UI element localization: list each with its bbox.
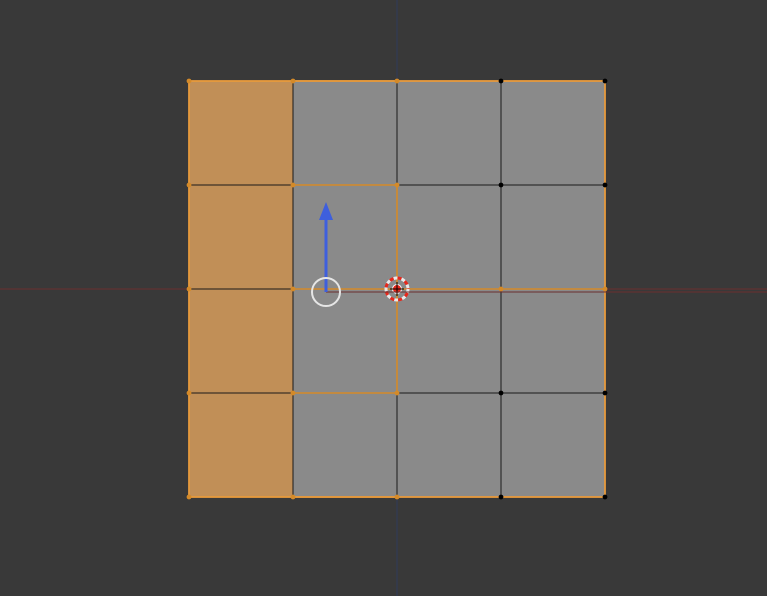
mesh-vertex[interactable] xyxy=(291,495,296,500)
mesh-face[interactable] xyxy=(397,289,501,393)
mesh-face[interactable] xyxy=(189,393,293,497)
mesh-vertex[interactable] xyxy=(499,183,504,188)
mesh-face[interactable] xyxy=(189,81,293,185)
mesh-vertex[interactable] xyxy=(603,495,608,500)
mesh-face[interactable] xyxy=(293,289,397,393)
mesh-vertex[interactable] xyxy=(395,183,400,188)
mesh-vertex[interactable] xyxy=(291,391,296,396)
mesh-face[interactable] xyxy=(397,81,501,185)
mesh-vertex[interactable] xyxy=(395,391,400,396)
mesh-face[interactable] xyxy=(501,185,605,289)
viewport-3d[interactable] xyxy=(0,0,767,596)
mesh-face[interactable] xyxy=(189,289,293,393)
mesh-vertex[interactable] xyxy=(187,79,192,84)
mesh-vertex[interactable] xyxy=(291,183,296,188)
mesh-vertex[interactable] xyxy=(395,79,400,84)
mesh-face[interactable] xyxy=(397,393,501,497)
mesh-vertex[interactable] xyxy=(187,391,192,396)
mesh-vertex[interactable] xyxy=(187,287,192,292)
mesh-vertex[interactable] xyxy=(499,391,504,396)
mesh-vertex[interactable] xyxy=(603,391,608,396)
mesh-face[interactable] xyxy=(501,393,605,497)
mesh-vertex[interactable] xyxy=(187,495,192,500)
mesh-face[interactable] xyxy=(501,289,605,393)
mesh-vertex[interactable] xyxy=(291,79,296,84)
mesh-vertex[interactable] xyxy=(603,287,608,292)
mesh-vertex[interactable] xyxy=(499,79,504,84)
mesh-face[interactable] xyxy=(189,185,293,289)
mesh-face[interactable] xyxy=(293,393,397,497)
mesh-vertex[interactable] xyxy=(603,183,608,188)
mesh-vertex[interactable] xyxy=(395,495,400,500)
mesh-vertex[interactable] xyxy=(603,79,608,84)
mesh-vertex[interactable] xyxy=(499,287,504,292)
mesh-vertex[interactable] xyxy=(291,287,296,292)
mesh-face[interactable] xyxy=(397,185,501,289)
mesh-face[interactable] xyxy=(293,185,397,289)
mesh-face[interactable] xyxy=(501,81,605,185)
mesh-vertex[interactable] xyxy=(187,183,192,188)
mesh-vertex[interactable] xyxy=(499,495,504,500)
mesh-face[interactable] xyxy=(293,81,397,185)
